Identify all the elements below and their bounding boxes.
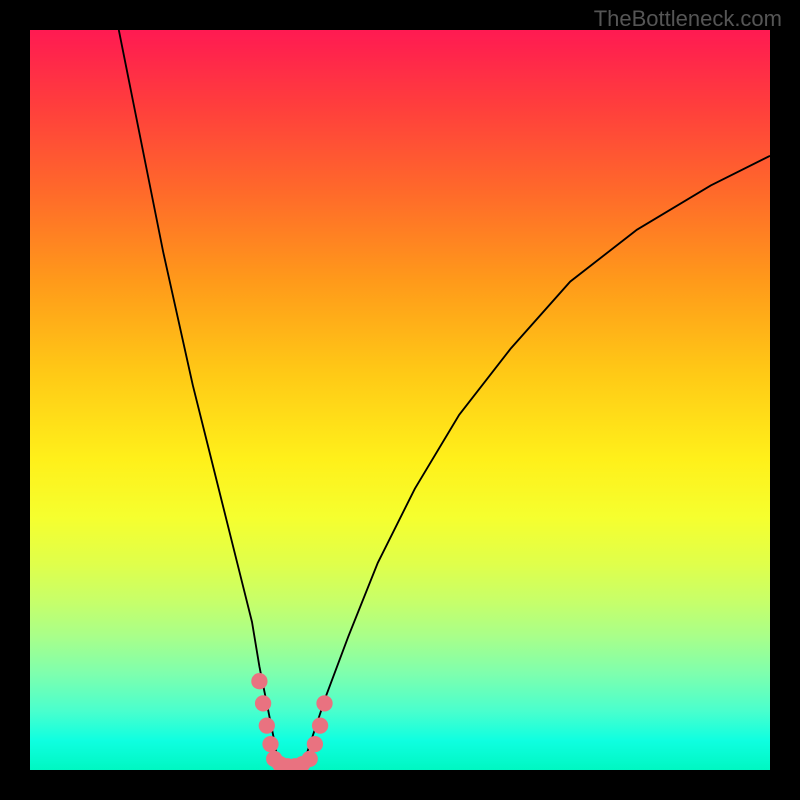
marker-dot [307,736,323,752]
watermark-text: TheBottleneck.com [594,6,782,32]
marker-dot [302,751,318,767]
marker-dot [251,673,267,689]
marker-dot [262,736,278,752]
chart-frame: TheBottleneck.com [0,0,800,800]
chart-svg [30,30,770,770]
marker-dot [312,717,328,733]
curve-right-arm [304,156,770,763]
marker-dot [255,695,271,711]
marker-dot [316,695,332,711]
curve-left-arm [119,30,278,763]
marker-dot [259,717,275,733]
marker-group [251,673,332,770]
